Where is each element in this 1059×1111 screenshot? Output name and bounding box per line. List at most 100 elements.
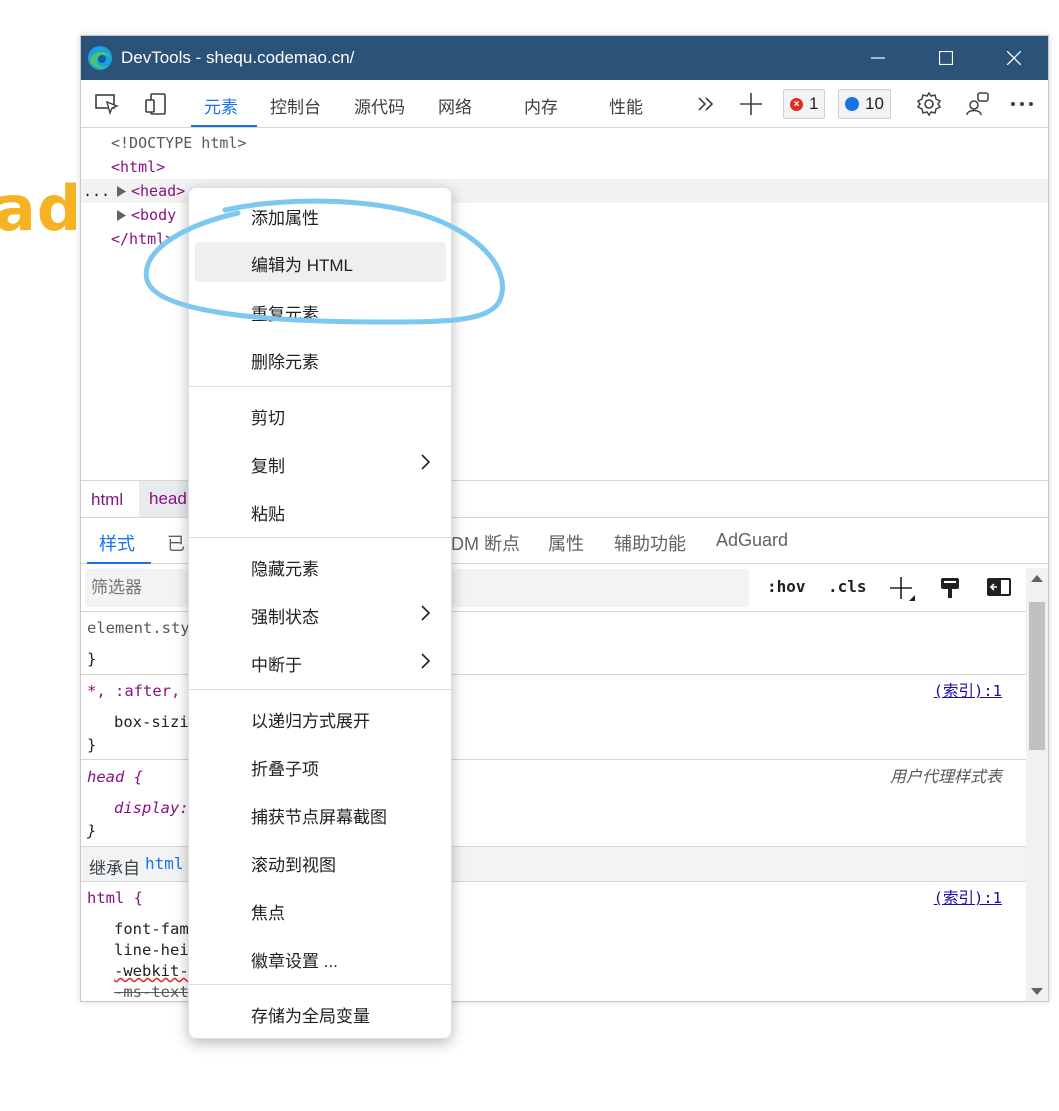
menu-item-expand-recursively[interactable]: 以递归方式展开 [189, 698, 453, 738]
menu-item-scroll-into-view[interactable]: 滚动到视图 [189, 842, 453, 882]
menu-item-label: 焦点 [251, 904, 285, 923]
menu-item-break-on[interactable]: 中断于 [189, 642, 453, 682]
body-tag[interactable]: <body [131, 203, 176, 227]
menu-item-collapse-children[interactable]: 折叠子项 [189, 746, 453, 786]
menu-item-label: 存储为全局变量 [251, 1007, 370, 1026]
display-property[interactable]: display: [114, 797, 189, 819]
scrollbar-thumb[interactable] [1029, 602, 1045, 750]
error-icon: × [790, 97, 803, 111]
tab-styles[interactable]: 样式 [99, 530, 135, 556]
new-style-rule-plus-icon[interactable] [889, 576, 917, 602]
cls-toggle[interactable]: .cls [828, 577, 867, 596]
expand-triangle-icon[interactable] [117, 186, 127, 197]
feedback-people-icon[interactable] [964, 91, 990, 117]
tab-console[interactable]: 控制台 [270, 93, 321, 118]
styles-scrollbar[interactable] [1026, 568, 1048, 1001]
menu-item-label: 添加属性 [251, 209, 319, 228]
more-options-icon[interactable] [1009, 91, 1035, 117]
rule-close-brace: } [87, 736, 97, 754]
message-icon [845, 97, 859, 111]
tab-network[interactable]: 网络 [438, 93, 472, 118]
source-link[interactable]: (索引):1 [934, 887, 1002, 909]
menu-item-cut[interactable]: 剪切 [189, 395, 453, 435]
webkit-property[interactable]: -webkit- [114, 960, 189, 982]
error-count-badge[interactable]: × 1 [783, 89, 826, 119]
scroll-down-icon[interactable] [1031, 988, 1043, 996]
tab-performance[interactable]: 性能 [609, 93, 643, 118]
doctype-line[interactable]: <!DOCTYPE html> [111, 131, 246, 155]
error-count: 1 [809, 94, 819, 113]
chevron-right-icon [421, 605, 431, 621]
menu-item-force-state[interactable]: 强制状态 [189, 594, 453, 634]
hov-toggle[interactable]: :hov [767, 577, 806, 596]
context-menu: 添加属性 编辑为 HTML 重复元素 删除元素 剪切 复制 粘贴 隐藏元素 强制… [188, 187, 453, 1039]
menu-item-paste[interactable]: 粘贴 [189, 491, 453, 531]
menu-item-label: 剪切 [251, 409, 285, 428]
tab-properties[interactable]: 属性 [548, 530, 584, 556]
menu-item-hide-element[interactable]: 隐藏元素 [189, 546, 453, 586]
maximize-icon [939, 51, 953, 65]
tab-sources[interactable]: 源代码 [354, 93, 405, 118]
line-height-property[interactable]: line-hei [114, 939, 189, 961]
scroll-up-icon[interactable] [1031, 574, 1043, 582]
title-bar[interactable]: DevTools - shequ.codemao.cn/ [81, 36, 1048, 80]
source-link[interactable]: (索引):1 [934, 680, 1002, 702]
expand-triangle-icon[interactable] [117, 210, 127, 221]
head-tag[interactable]: <head> [131, 179, 185, 203]
add-tab-plus-icon[interactable] [738, 91, 764, 117]
tab-adguard[interactable]: AdGuard [716, 530, 788, 551]
tab-accessibility[interactable]: 辅助功能 [614, 530, 686, 556]
tab-computed[interactable]: 已 [167, 530, 185, 556]
menu-item-badge-settings[interactable]: 徽章设置 ... [189, 938, 453, 978]
close-icon [1007, 51, 1021, 65]
toggle-sidebar-icon[interactable] [986, 576, 1012, 598]
message-count-badge[interactable]: 10 [838, 89, 891, 119]
menu-item-capture-node-screenshot[interactable]: 捕获节点屏幕截图 [189, 794, 453, 834]
box-sizing-property[interactable]: box-sizi [114, 711, 189, 733]
menu-item-store-as-global-variable[interactable]: 存储为全局变量 [189, 993, 453, 1033]
tab-elements[interactable]: 元素 [204, 93, 238, 118]
device-toolbar-icon[interactable] [143, 91, 169, 117]
tab-dom-breakpoints[interactable]: DM 断点 [451, 530, 520, 556]
more-tabs-chevron-icon[interactable] [693, 91, 719, 117]
close-button[interactable] [980, 36, 1048, 80]
settings-gear-icon[interactable] [916, 91, 942, 117]
element-style-selector[interactable]: element.sty [87, 617, 190, 639]
message-count: 10 [865, 94, 884, 113]
html-open-tag[interactable]: <html> [111, 155, 165, 179]
menu-item-label: 强制状态 [251, 608, 319, 627]
breadcrumb-html[interactable]: html [91, 490, 123, 510]
menu-item-label: 隐藏元素 [251, 560, 319, 579]
menu-item-focus[interactable]: 焦点 [189, 890, 453, 930]
menu-separator [189, 689, 453, 690]
row-ellipsis[interactable]: ... [83, 179, 110, 203]
menu-item-label: 折叠子项 [251, 760, 319, 779]
menu-item-delete-element[interactable]: 删除元素 [189, 339, 453, 379]
html-close-tag[interactable]: </html> [111, 227, 174, 251]
menu-item-copy[interactable]: 复制 [189, 443, 453, 483]
minimize-button[interactable] [844, 36, 912, 80]
menu-item-label: 滚动到视图 [251, 856, 336, 875]
menu-item-label: 以递归方式展开 [251, 712, 370, 731]
menu-item-label: 徽章设置 ... [251, 952, 338, 971]
menu-item-add-attribute[interactable]: 添加属性 [189, 195, 453, 235]
universal-selector[interactable]: *, :after, [87, 680, 180, 702]
menu-separator [189, 386, 453, 387]
active-tab-indicator [191, 125, 257, 127]
menu-item-duplicate-element[interactable]: 重复元素 [189, 291, 453, 331]
menu-separator [189, 537, 453, 538]
html-selector[interactable]: html { [87, 887, 143, 909]
inherited-label: 继承自 [89, 859, 140, 878]
ms-text-property[interactable]: -ms-text [114, 981, 189, 1001]
head-selector[interactable]: head { [87, 766, 143, 788]
tab-memory[interactable]: 内存 [524, 93, 558, 118]
main-toolbar: 元素 控制台 源代码 网络 内存 性能 × 1 10 [81, 80, 1048, 128]
menu-item-label: 删除元素 [251, 353, 319, 372]
inherited-tag-link[interactable]: html [145, 854, 184, 873]
inspect-element-icon[interactable] [94, 91, 120, 117]
maximize-button[interactable] [912, 36, 980, 80]
rule-close-brace: } [87, 650, 97, 668]
font-family-property[interactable]: font-fam [114, 918, 189, 940]
paint-brush-icon[interactable] [939, 576, 961, 600]
menu-item-edit-as-html[interactable]: 编辑为 HTML [195, 242, 446, 282]
